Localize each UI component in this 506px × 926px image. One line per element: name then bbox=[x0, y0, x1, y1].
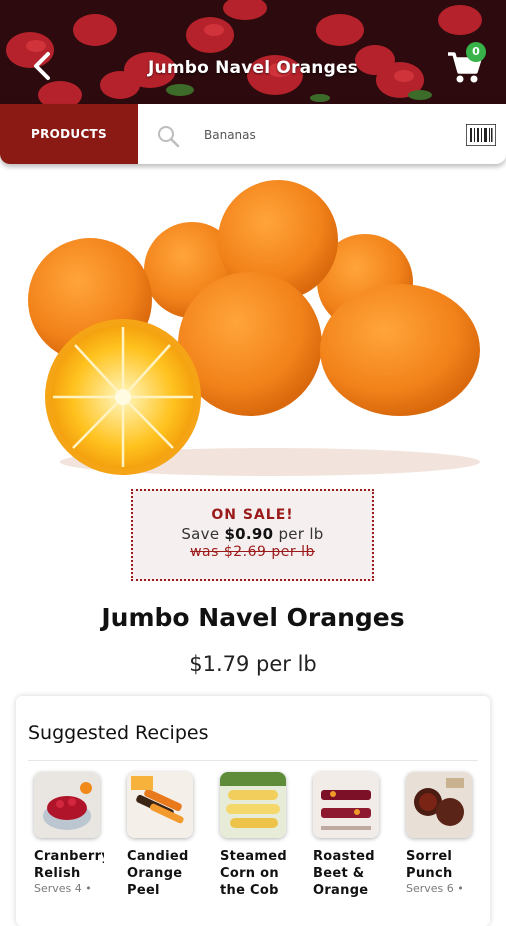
recipe-serves: Serves 6 • bbox=[406, 882, 464, 895]
sale-savings: Save $0.90 per lb bbox=[133, 525, 372, 543]
recipe-serves: Serves 4 • bbox=[34, 882, 92, 895]
search-bar: PRODUCTS bbox=[0, 104, 506, 164]
recipe-name: Steamed Corn on the Cob bbox=[220, 849, 287, 898]
sale-was-price: was $2.69 per lb bbox=[190, 544, 315, 560]
recipe-thumbnail bbox=[313, 772, 379, 838]
barcode-icon[interactable] bbox=[466, 124, 496, 146]
product-price: $1.79 per lb bbox=[189, 652, 317, 676]
recipe-card[interactable]: Steamed Corn on the Cob bbox=[220, 772, 300, 899]
product-name: Jumbo Navel Oranges bbox=[101, 603, 405, 632]
sale-save-prefix: Save bbox=[181, 525, 225, 543]
strawberry-banner bbox=[0, 0, 506, 104]
header: Jumbo Navel Oranges 0 bbox=[0, 0, 506, 104]
sale-save-suffix: per lb bbox=[273, 525, 324, 543]
cart-count-badge: 0 bbox=[466, 42, 486, 62]
recipe-thumbnail bbox=[127, 772, 193, 838]
recipe-thumbnail bbox=[406, 772, 472, 838]
search-input[interactable] bbox=[204, 124, 444, 146]
recipe-thumbnail bbox=[220, 772, 286, 838]
recipe-name: Sorrel Punch bbox=[406, 849, 453, 881]
recipe-card[interactable]: Cranberry Relish Serves 4 • bbox=[34, 772, 114, 895]
sale-box: ON SALE! Save $0.90 per lb was $2.69 per… bbox=[131, 489, 374, 581]
search-icon bbox=[158, 126, 180, 148]
recipe-name: Cranberry Relish bbox=[34, 849, 104, 881]
recipe-thumbnail bbox=[34, 772, 100, 838]
sale-save-amount: $0.90 bbox=[224, 525, 274, 543]
recipe-name: Roasted Beet & Orange bbox=[313, 849, 375, 898]
divider bbox=[28, 760, 478, 761]
sale-title: ON SALE! bbox=[211, 507, 294, 523]
suggested-recipes-card: Suggested Recipes Cranberry Relish Serve… bbox=[16, 696, 490, 926]
recipe-card[interactable]: Roasted Beet & Orange bbox=[313, 772, 393, 899]
products-button[interactable]: PRODUCTS bbox=[0, 104, 138, 164]
recipe-name: Candied Orange Peel bbox=[127, 849, 189, 898]
page-title: Jumbo Navel Oranges bbox=[148, 58, 358, 78]
product-image bbox=[28, 180, 480, 476]
recipe-card[interactable]: Candied Orange Peel bbox=[127, 772, 207, 899]
recipe-card[interactable]: Sorrel Punch Serves 6 • bbox=[406, 772, 486, 895]
recipes-title: Suggested Recipes bbox=[28, 722, 209, 744]
